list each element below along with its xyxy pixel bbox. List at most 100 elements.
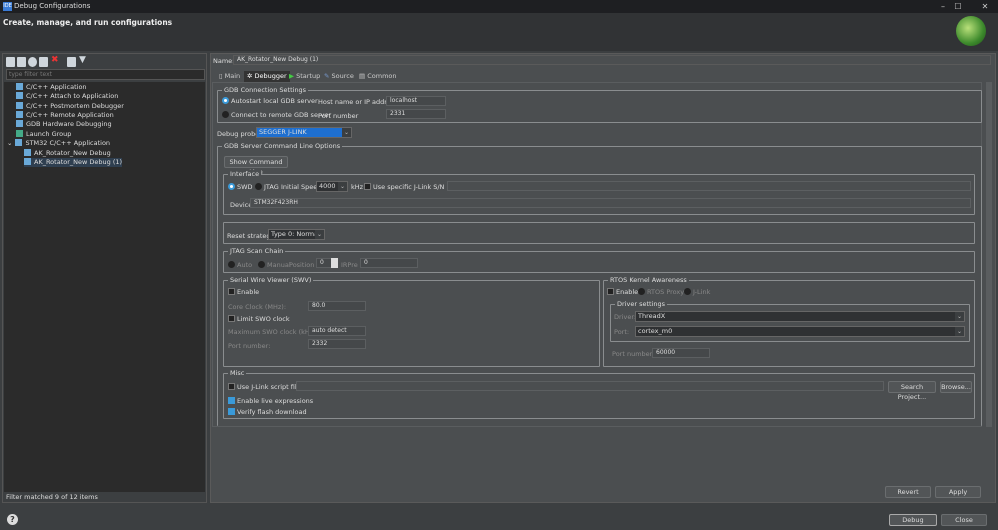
tree-item-label: C/C++ Application: [26, 83, 87, 91]
config-sidebar: ✖ ▼ type filter text C/C++ Application C…: [2, 53, 207, 503]
ide-icon: IDE: [3, 2, 12, 11]
ide-config-icon: [24, 149, 31, 156]
swd-radio[interactable]: SWD: [228, 183, 253, 191]
manual-radio[interactable]: Manual: [258, 261, 291, 269]
close-window-button[interactable]: ✕: [972, 0, 998, 13]
irpre-input[interactable]: 0: [360, 258, 418, 268]
reset-group: Reset strategy Type 0: Normal ⌄: [223, 222, 975, 244]
jlink-radio[interactable]: J-Link: [684, 288, 710, 296]
limit-swo-checkbox[interactable]: Limit SWO clock: [228, 315, 290, 323]
swv-port-input[interactable]: 2332: [308, 339, 366, 349]
tree-item[interactable]: C/C++ Attach to Application: [16, 92, 118, 101]
export-icon[interactable]: [28, 57, 37, 67]
jtag-radio[interactable]: JTAG: [255, 183, 279, 191]
checkbox-label: Limit SWO clock: [237, 315, 290, 323]
select-value: 4000: [319, 182, 336, 190]
radio-label: Auto: [237, 261, 253, 269]
group-title: RTOS Kernel Awareness: [608, 276, 689, 284]
chevron-down-icon: ⌄: [955, 312, 964, 321]
maximize-button[interactable]: ☐: [945, 0, 971, 13]
revert-button[interactable]: Revert: [885, 486, 931, 498]
auto-radio[interactable]: Auto: [228, 261, 252, 269]
tree-item-label: STM32 C/C++ Application: [25, 139, 111, 147]
c-config-icon: [16, 92, 23, 99]
tree-item[interactable]: C/C++ Application: [16, 83, 87, 92]
device-input[interactable]: STM32F423RH: [250, 198, 971, 208]
tree-item[interactable]: C/C++ Postmortem Debugger: [16, 102, 124, 111]
position-spinner[interactable]: [331, 258, 338, 268]
rtos-group: RTOS Kernel Awareness Enable RTOS Proxy …: [603, 276, 975, 367]
port-select[interactable]: cortex_m0 ⌄: [635, 326, 965, 337]
close-button[interactable]: Close: [941, 514, 987, 526]
tab-main[interactable]: ▯ Main: [216, 71, 243, 82]
radio-label: JTAG: [264, 183, 279, 191]
tree-item[interactable]: ⌄ STM32 C/C++ Application: [7, 139, 110, 148]
script-file-input[interactable]: [296, 381, 884, 391]
new-prototype-icon[interactable]: [17, 57, 26, 67]
chevron-down-icon: ⌄: [342, 128, 351, 137]
filter-input[interactable]: type filter text: [6, 69, 205, 80]
chevron-down-icon: ⌄: [338, 182, 347, 191]
rtos-enable-checkbox[interactable]: Enable: [607, 288, 638, 296]
rtos-proxy-radio[interactable]: RTOS Proxy: [638, 288, 684, 296]
sn-input[interactable]: [447, 181, 971, 191]
max-swo-input[interactable]: auto detect: [308, 326, 366, 336]
autostart-radio[interactable]: Autostart local GDB server: [222, 97, 318, 105]
tab-label: Main: [224, 72, 241, 80]
tree-item[interactable]: GDB Hardware Debugging: [16, 120, 112, 129]
tree-item[interactable]: C/C++ Remote Application: [16, 111, 114, 120]
debug-probe-select[interactable]: SEGGER J-LINK ⌄: [256, 127, 352, 138]
show-command-line-button[interactable]: Show Command Line: [224, 156, 288, 176]
driver-select[interactable]: ThreadX ⌄: [635, 311, 965, 322]
gdb-connection-group: GDB Connection Settings Autostart local …: [217, 86, 982, 123]
speed-select[interactable]: 4000 ⌄: [316, 181, 348, 192]
tree-item-label: C/C++ Postmortem Debugger: [26, 102, 124, 110]
rtos-portnum-input[interactable]: 60000: [652, 348, 710, 358]
tab-debugger[interactable]: ✲ Debugger: [244, 71, 290, 82]
remote-radio[interactable]: Connect to remote GDB server: [222, 111, 331, 119]
port-input[interactable]: 2331: [386, 109, 446, 119]
new-config-icon[interactable]: [6, 57, 15, 67]
chevron-down-icon[interactable]: ⌄: [7, 139, 12, 147]
select-value: cortex_m0: [638, 327, 673, 335]
swv-enable-checkbox[interactable]: Enable: [228, 288, 259, 296]
help-icon[interactable]: ?: [7, 514, 18, 525]
host-input[interactable]: localhost: [386, 96, 446, 106]
tab-source[interactable]: ✎ Source: [321, 71, 357, 82]
device-label: Device: [230, 201, 253, 209]
debug-probe-label: Debug probe: [217, 130, 260, 138]
c-config-icon: [16, 120, 23, 127]
tree-item-selected[interactable]: AK_Rotator_New Debug (1): [24, 158, 123, 167]
checkbox-label: Enable: [237, 288, 260, 296]
group-title: Driver settings: [615, 300, 667, 308]
filter-icon[interactable]: ▼: [79, 55, 86, 65]
radio-label: J-Link: [693, 288, 711, 296]
collapse-all-icon[interactable]: [67, 57, 76, 67]
ide-config-icon: [24, 158, 31, 165]
position-input[interactable]: 0: [316, 258, 332, 268]
debug-button[interactable]: Debug: [889, 514, 937, 526]
verify-flash-checkbox[interactable]: Verify flash download: [228, 408, 307, 416]
tree-item[interactable]: AK_Rotator_New Debug: [24, 149, 111, 158]
config-tree: C/C++ Application C/C++ Attach to Applic…: [4, 82, 205, 492]
core-clock-input[interactable]: 80.0: [308, 301, 366, 311]
duplicate-icon[interactable]: [39, 57, 48, 67]
radio-label: Autostart local GDB server: [231, 97, 318, 105]
c-config-icon: [16, 83, 23, 90]
tab-startup[interactable]: ▶ Startup: [286, 71, 323, 82]
name-input[interactable]: AK_Rotator_New Debug (1): [233, 55, 991, 65]
scrollbar[interactable]: [986, 82, 992, 427]
tree-item-label: AK_Rotator_New Debug (1): [34, 158, 123, 166]
live-expressions-checkbox[interactable]: Enable live expressions: [228, 397, 313, 405]
tab-common[interactable]: ▤ Common: [356, 71, 400, 82]
apply-button[interactable]: Apply: [935, 486, 981, 498]
group-title: Interface: [228, 170, 262, 178]
specific-sn-checkbox[interactable]: Use specific J-Link S/N: [364, 183, 444, 191]
search-project-button[interactable]: Search Project...: [888, 381, 936, 401]
checkbox-label: Use specific J-Link S/N: [373, 183, 445, 191]
browse-button[interactable]: Browse...: [940, 381, 972, 393]
jlink-script-checkbox[interactable]: Use J-Link script file: [228, 383, 301, 391]
tree-item[interactable]: Launch Group: [16, 130, 71, 139]
reset-strategy-select[interactable]: Type 0: Normal ⌄: [268, 229, 325, 240]
delete-icon[interactable]: ✖: [51, 55, 59, 65]
